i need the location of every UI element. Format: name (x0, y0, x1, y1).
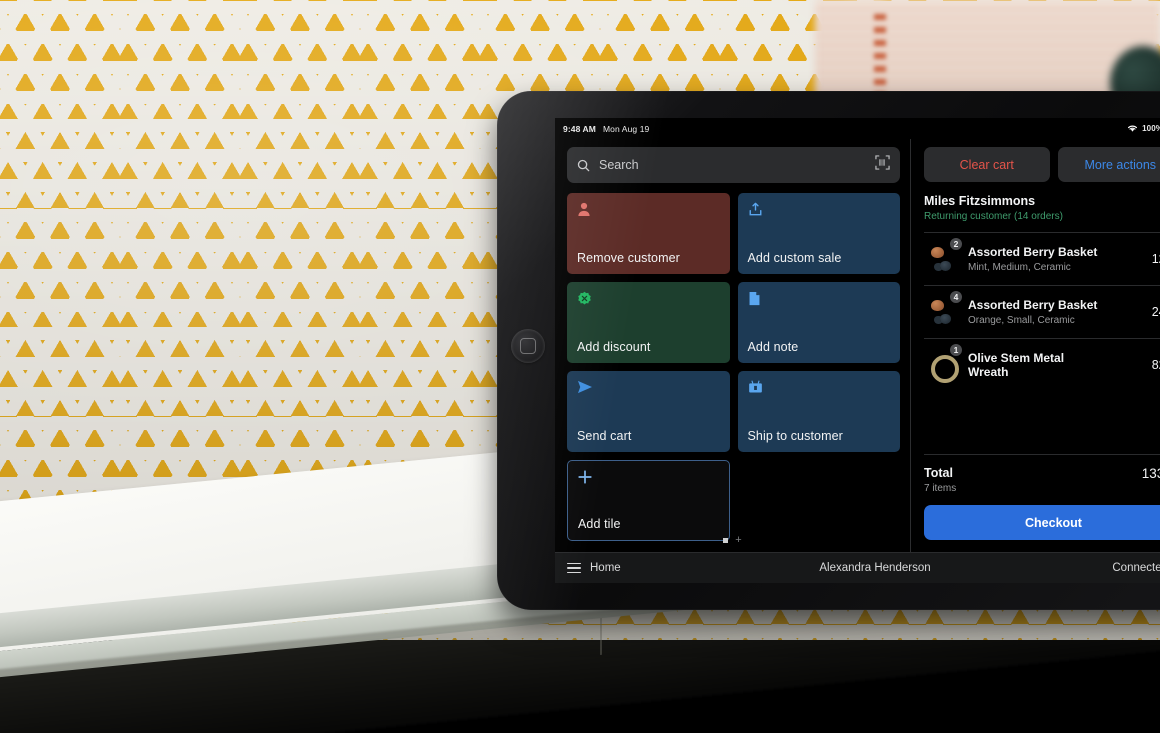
home-nav[interactable]: Home (567, 562, 621, 574)
plus-icon (578, 470, 719, 487)
status-date: Mon Aug 19 (602, 123, 650, 134)
app-body: Search Remove customer Add custom sale A… (555, 139, 1160, 552)
line-price: 82.00 (1151, 358, 1160, 372)
customer-status: Returning customer (14 orders) (924, 211, 1063, 222)
tile-add-discount[interactable]: Add discount (567, 282, 730, 363)
tablet-screen: 9:48 AM Mon Aug 19 100% (555, 118, 1160, 583)
cart-panel: Clear cart More actions Miles Fitzsimmon… (911, 139, 1160, 552)
total-amount: 133.34 (1141, 466, 1160, 481)
cart-actions: Clear cart More actions (924, 147, 1160, 182)
quantity-badge: 2 (949, 237, 963, 251)
more-actions-button[interactable]: More actions (1057, 147, 1160, 182)
shipping-box-icon (748, 380, 891, 397)
tile-remove-customer[interactable]: Remove customer (567, 193, 730, 274)
note-page-icon (748, 291, 891, 308)
status-right-cluster: 100% (1127, 124, 1160, 133)
product-title: Olive Stem Metal Wreath (968, 350, 1065, 379)
product-title: Assorted Berry Basket (968, 245, 1098, 260)
product-thumbnail-wrap: 1 (924, 343, 963, 382)
bottom-bar: Home Alexandra Henderson Connected (555, 552, 1160, 583)
total-label: Total (924, 466, 953, 480)
product-variant: Mint, Medium, Ceramic (968, 261, 1071, 273)
status-time: 9:48 AM (563, 123, 596, 134)
search-bar[interactable]: Search (567, 147, 900, 183)
connection-label: Connected (1112, 562, 1160, 574)
staff-name: Alexandra Henderson (819, 562, 931, 574)
tile-label: Add custom sale (747, 251, 842, 265)
cart-line-item[interactable]: 4 Assorted Berry Basket Orange, Small, C… (924, 285, 1160, 338)
page-dot[interactable] (723, 538, 729, 543)
total-item-count: 7 items (924, 483, 957, 494)
home-label: Home (590, 562, 621, 574)
tablet-device: 9:48 AM Mon Aug 19 100% (497, 91, 1160, 610)
product-thumbnail-wrap: 4 (924, 290, 963, 329)
cart-items: 2 Assorted Berry Basket Mint, Medium, Ce… (924, 232, 1160, 391)
cart-line-item[interactable]: 1 Olive Stem Metal Wreath 82.00 (924, 338, 1160, 391)
status-bar: 9:48 AM Mon Aug 19 100% (555, 118, 1160, 139)
photo-scene: 9:48 AM Mon Aug 19 100% (0, 0, 1160, 733)
wifi-icon (1128, 125, 1138, 132)
total-text-block: Total 7 items (924, 466, 956, 494)
quantity-badge: 4 (949, 290, 963, 304)
clear-cart-button[interactable]: Clear cart (924, 147, 1050, 182)
tile-label: Add discount (577, 340, 651, 354)
product-variant: Orange, Small, Ceramic (968, 314, 1075, 326)
upload-box-icon (748, 202, 891, 219)
cart-line-item[interactable]: 2 Assorted Berry Basket Mint, Medium, Ce… (924, 232, 1160, 285)
tile-add-tile[interactable]: Add tile (567, 460, 730, 541)
person-remove-icon (577, 202, 720, 219)
line-price: 24.00 (1151, 305, 1160, 319)
quantity-badge: 1 (949, 343, 963, 357)
paper-plane-icon (577, 380, 720, 397)
tile-label: Ship to customer (747, 429, 843, 443)
tile-label: Remove customer (577, 251, 680, 265)
hamburger-menu-icon[interactable] (567, 562, 581, 574)
search-input[interactable]: Search (599, 158, 639, 172)
tiles-panel: Search Remove customer Add custom sale A… (555, 139, 910, 552)
battery-percent: 100% (1142, 124, 1160, 133)
striped-fabric-backdrop (815, 0, 1160, 100)
customer-summary[interactable]: Miles Fitzsimmons Returning customer (14… (924, 194, 1160, 222)
bead-garland (874, 14, 886, 100)
search-icon (577, 159, 590, 171)
tile-pager: + (555, 535, 910, 546)
product-thumbnail-wrap: 2 (924, 237, 963, 276)
cart-line-text: Assorted Berry Basket Orange, Small, Cer… (968, 298, 1142, 325)
tile-ship-to-customer[interactable]: Ship to customer (737, 371, 900, 452)
tile-label: Add tile (578, 517, 621, 531)
home-button[interactable] (511, 329, 545, 363)
tile-label: Add note (747, 340, 799, 354)
tile-grid: Remove customer Add custom sale Add disc… (567, 193, 900, 541)
checkout-button[interactable]: Checkout (924, 505, 1160, 540)
tile-label: Send cart (577, 429, 632, 443)
customer-name: Miles Fitzsimmons (924, 194, 1036, 208)
tile-send-cart[interactable]: Send cart (567, 371, 730, 452)
cart-line-text: Olive Stem Metal Wreath (968, 351, 1142, 379)
add-page-icon[interactable]: + (735, 535, 741, 546)
tile-add-note[interactable]: Add note (737, 282, 900, 363)
cart-line-text: Assorted Berry Basket Mint, Medium, Cera… (968, 245, 1142, 272)
discount-badge-icon (577, 291, 720, 308)
tile-add-custom-sale[interactable]: Add custom sale (737, 193, 900, 274)
line-price: 12.00 (1151, 252, 1160, 266)
cart-totals: Total 7 items 133.34 (924, 454, 1160, 494)
product-title: Assorted Berry Basket (968, 298, 1098, 313)
barcode-scan-icon[interactable] (875, 155, 890, 175)
connection-status[interactable]: Connected (1112, 562, 1160, 574)
